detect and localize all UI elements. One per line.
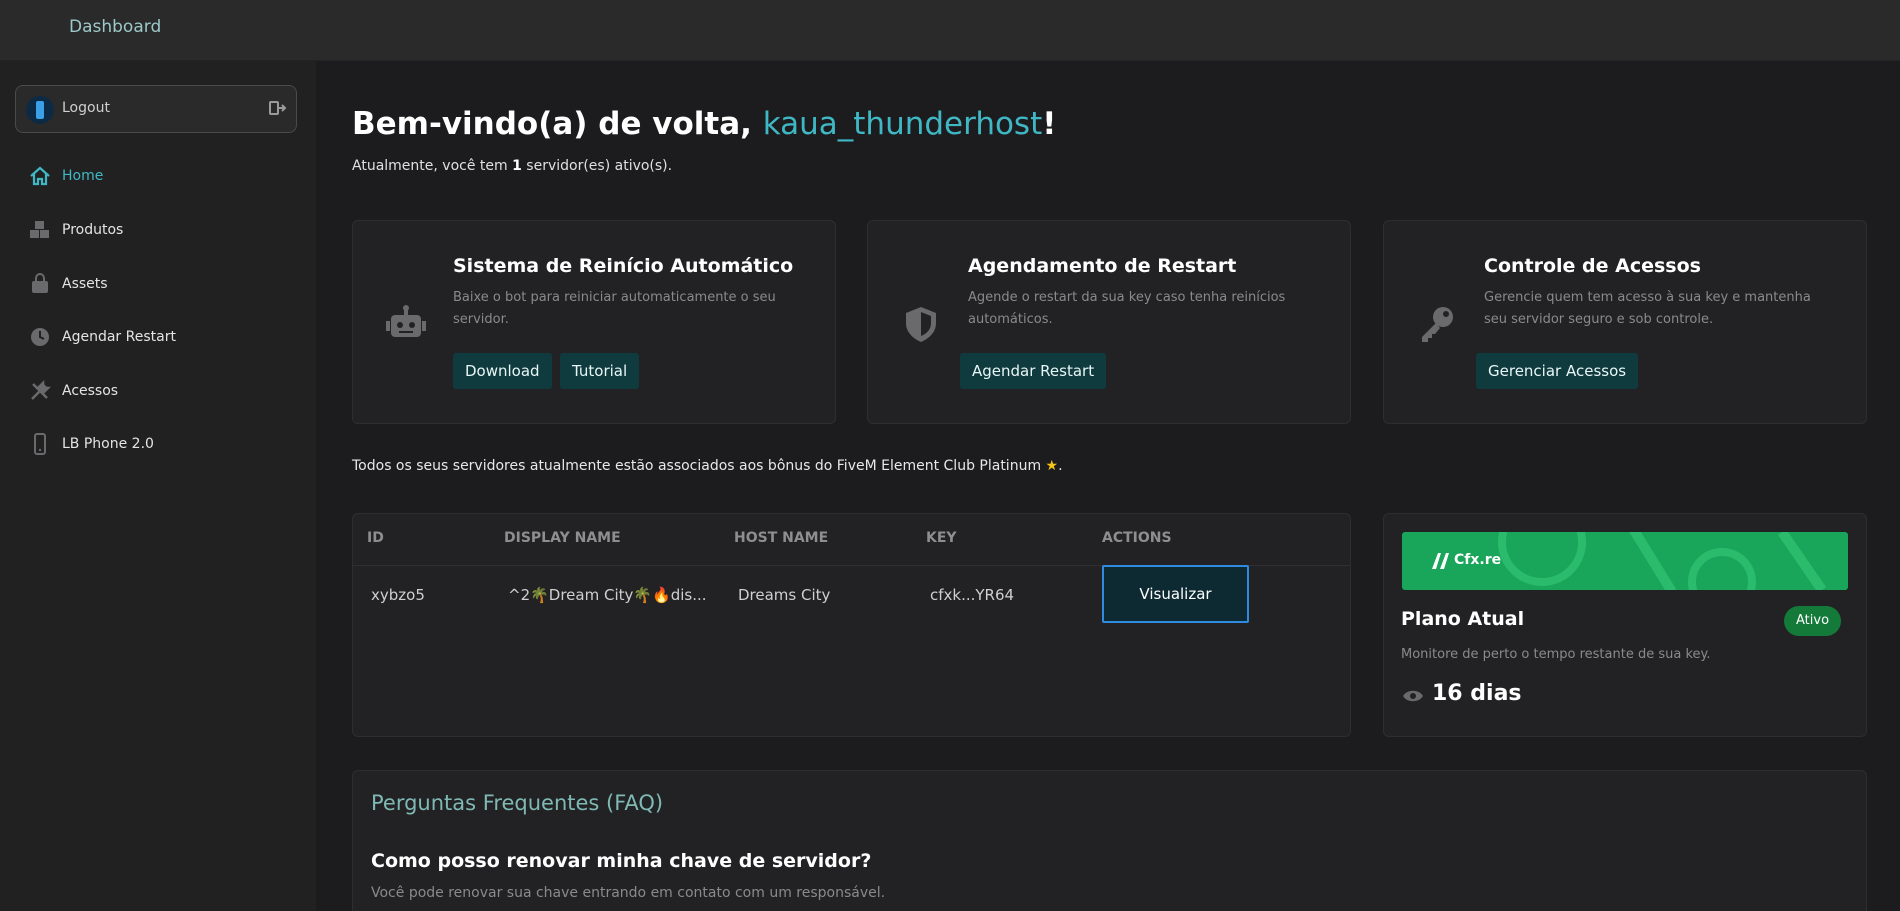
sidebar-item-home[interactable]: Home <box>0 156 316 196</box>
gerenciar-acessos-button[interactable]: Gerenciar Acessos <box>1476 353 1639 389</box>
servers-table: ID DISPLAY NAME HOST NAME KEY ACTIONS xy… <box>352 513 1351 737</box>
status-badge: Ativo <box>1784 606 1842 636</box>
page-title: Bem-vindo(a) de volta, kaua_thunderhost! <box>352 106 1056 142</box>
tools-icon <box>31 380 51 400</box>
eye-icon <box>1403 690 1423 702</box>
card-access-control: Controle de Acessos Gerencie quem tem ac… <box>1383 220 1867 424</box>
sidebar-item-assets[interactable]: Assets <box>0 264 316 304</box>
sidebar-item-acessos[interactable]: Acessos <box>0 371 316 411</box>
welcome-suffix: ! <box>1042 106 1057 142</box>
server-count: 1 <box>512 158 522 174</box>
card-title: Controle de Acessos <box>1484 255 1701 277</box>
days-remaining: 16 dias <box>1432 681 1522 706</box>
agendar-restart-button[interactable]: Agendar Restart <box>960 353 1107 389</box>
tutorial-button[interactable]: Tutorial <box>560 353 640 389</box>
card-description: Baixe o bot para reiniciar automaticamen… <box>453 290 776 327</box>
card-restart-schedule: Agendamento de Restart Agende o restart … <box>867 220 1351 424</box>
column-header-host-name: HOST NAME <box>734 530 829 546</box>
card-title: Sistema de Reinício Automático <box>453 255 794 277</box>
cell-host-name: Dreams City <box>738 586 831 604</box>
column-header-key: KEY <box>926 530 957 546</box>
summary-pre: Atualmente, você tem <box>352 158 513 174</box>
cfx-logo-icon <box>1432 553 1449 569</box>
sidebar-item-label: Home <box>62 168 104 184</box>
home-icon <box>30 166 50 186</box>
club-text: Todos os seus servidores atualmente estã… <box>352 458 1046 474</box>
summary-post: servidor(es) ativo(s). <box>521 158 673 174</box>
plan-title: Plano Atual <box>1401 608 1525 630</box>
username: kaua_thunderhost <box>762 106 1043 142</box>
server-summary: Atualmente, você tem 1 servidor(es) ativ… <box>352 158 672 174</box>
sidebar-item-agendar-restart[interactable]: Agendar Restart <box>0 317 316 357</box>
card-auto-restart: Sistema de Reinício Automático Baixe o b… <box>352 220 836 424</box>
column-header-display-name: DISPLAY NAME <box>504 530 621 546</box>
star-icon: ★ <box>1045 458 1059 474</box>
cell-display-name: ^2🌴Dream City🌴🔥dis... <box>508 586 707 604</box>
card-description: Gerencie quem tem acesso à sua key e man… <box>1484 290 1811 327</box>
boxes-icon <box>30 221 49 238</box>
sidebar-item-label: Acessos <box>62 383 119 399</box>
sidebar-item-label: Produtos <box>62 222 124 238</box>
sidebar-item-label: Agendar Restart <box>62 329 176 345</box>
card-description: Agende o restart da sua key caso tenha r… <box>968 290 1286 327</box>
sidebar-item-label: LB Phone 2.0 <box>62 436 154 452</box>
cfx-banner: Cfx.re <box>1402 532 1848 590</box>
dashboard-title[interactable]: Dashboard <box>69 17 161 37</box>
key-icon <box>1422 307 1453 342</box>
phone-icon <box>34 433 46 455</box>
plan-description: Monitore de perto o tempo restante de su… <box>1401 647 1711 662</box>
cell-key: cfxk...YR64 <box>930 586 1015 604</box>
download-button[interactable]: Download <box>453 353 552 389</box>
sidebar-item-lb-phone[interactable]: LB Phone 2.0 <box>0 424 316 464</box>
card-title: Agendamento de Restart <box>968 255 1237 277</box>
club-end: . <box>1058 458 1063 474</box>
visualizar-button[interactable]: Visualizar <box>1102 565 1249 623</box>
logout-button[interactable]: Logout <box>15 85 297 133</box>
column-header-actions: ACTIONS <box>1102 530 1172 546</box>
welcome-prefix: Bem-vindo(a) de volta, <box>352 106 763 142</box>
shield-icon <box>906 307 936 342</box>
table-header: ID DISPLAY NAME HOST NAME KEY ACTIONS <box>353 514 1350 566</box>
faq-title: Perguntas Frequentes (FAQ) <box>371 791 664 815</box>
column-header-id: ID <box>367 530 384 546</box>
sidebar-item-produtos[interactable]: Produtos <box>0 210 316 250</box>
plan-panel: Cfx.re Plano Atual Ativo Monitore de per… <box>1383 513 1867 737</box>
faq-answer: Você pode renovar sua chave entrando em … <box>371 885 886 901</box>
sidebar-item-label: Assets <box>62 276 108 292</box>
logout-label: Logout <box>62 100 110 116</box>
clock-icon <box>31 328 49 346</box>
avatar <box>26 96 54 124</box>
robot-icon <box>386 305 426 337</box>
top-bar: Dashboard <box>0 0 1900 61</box>
cfx-logo: Cfx.re <box>1454 552 1502 568</box>
bag-icon <box>32 273 48 293</box>
faq-section: Perguntas Frequentes (FAQ) Como posso re… <box>352 770 1867 911</box>
sidebar: Logout Home Produtos Assets Agendar Rest… <box>0 61 316 911</box>
club-notice: Todos os seus servidores atualmente estã… <box>352 458 1063 474</box>
faq-question[interactable]: Como posso renovar minha chave de servid… <box>371 850 871 872</box>
sign-out-icon <box>269 101 287 115</box>
cell-id: xybzo5 <box>371 586 425 604</box>
